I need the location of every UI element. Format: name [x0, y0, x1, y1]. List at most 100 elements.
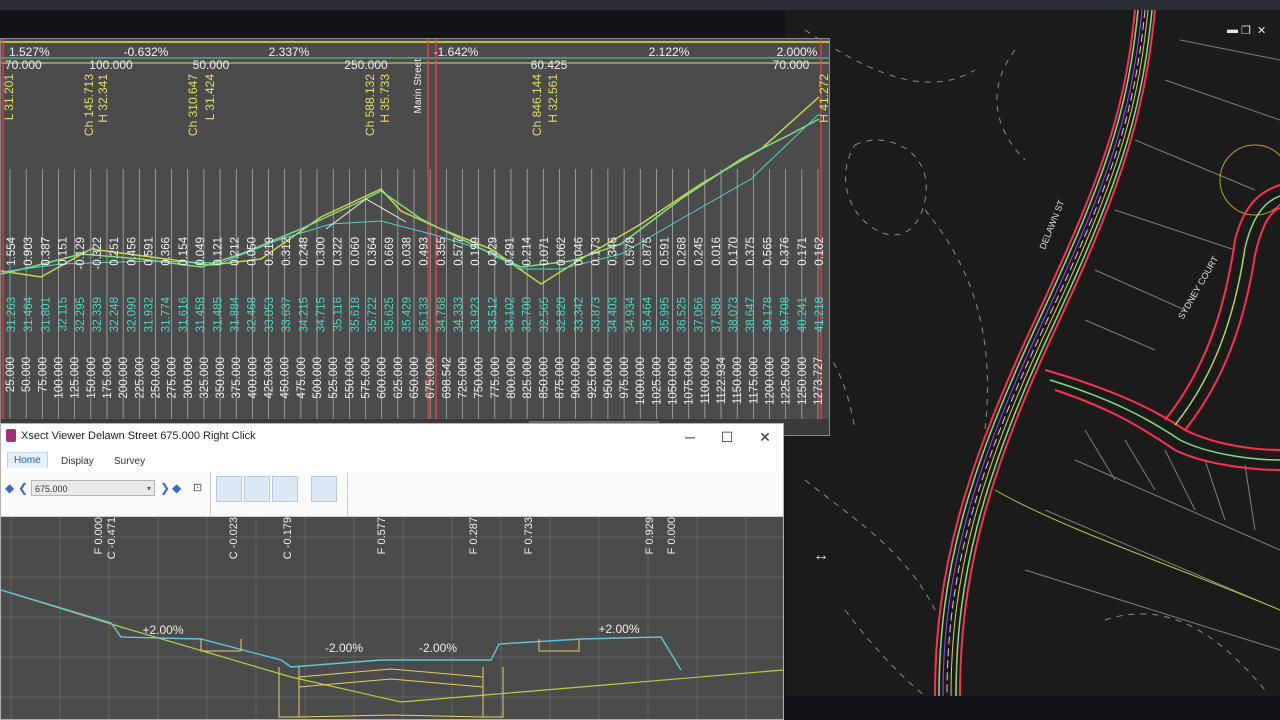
- design-level-value: 35.625: [384, 297, 396, 332]
- section-profile-tool-icon[interactable]: [244, 476, 270, 502]
- chainage-value: 500.000: [312, 357, 324, 399]
- chainage-value: 225.000: [134, 357, 146, 399]
- design-level-value: 38.647: [745, 297, 757, 332]
- grade-label: 1.527%: [9, 45, 50, 59]
- ip-label: L 31.424: [203, 74, 217, 121]
- cut-fill-value: 0.038: [401, 237, 413, 266]
- chainage-value: 675.000: [425, 357, 437, 399]
- design-level-value: 35.133: [419, 297, 431, 332]
- design-level-value: 31.774: [161, 296, 173, 332]
- chainage-value: 825.000: [522, 357, 534, 399]
- tab-survey[interactable]: Survey: [108, 454, 151, 469]
- profile-drawing[interactable]: 1.527% -0.632% 2.337% -1.642% 2.122% 2.000%70…: [1, 39, 830, 436]
- chainage-value: 650.000: [409, 357, 421, 399]
- chainage-value: 950.000: [603, 357, 615, 399]
- design-level-value: 35.429: [401, 297, 413, 332]
- chainage-value: 1225.000: [781, 357, 793, 405]
- xsect-viewer-window[interactable]: Xsect Viewer Delawn Street 675.000 Right…: [0, 423, 784, 720]
- xsect-offset-label: F 0.000: [666, 517, 678, 554]
- design-level-value: 34.403: [608, 297, 620, 332]
- chainage-value: 875.000: [554, 357, 566, 399]
- previous-section-icon[interactable]: ❮: [18, 481, 28, 495]
- cut-fill-value: 0.312: [281, 237, 293, 266]
- design-level-value: 35.116: [333, 297, 345, 331]
- cut-fill-value: 0.268: [676, 237, 688, 266]
- chainage-value: 175.000: [102, 357, 114, 399]
- grade-label: 2.337%: [269, 45, 310, 59]
- ip-label: L 31.201: [2, 74, 16, 121]
- cut-fill-value: 0.062: [556, 237, 568, 266]
- xsect-offset-label: F 0.577: [376, 517, 388, 554]
- cut-fill-value: 0.875: [642, 237, 654, 266]
- design-level-value: 37.056: [694, 297, 706, 332]
- first-section-icon[interactable]: ◆: [5, 481, 14, 495]
- tab-display[interactable]: Display: [55, 454, 100, 469]
- design-level-value: 35.995: [659, 297, 671, 332]
- section-surface-tool-icon[interactable]: [272, 476, 298, 502]
- chainage-value: 25.000: [5, 357, 17, 392]
- chainage-value: 100.000: [53, 357, 65, 399]
- xsect-drawing[interactable]: F 0.000 C -0.471 C -0.023 C -0.179 F 0.577 F …: [1, 517, 783, 720]
- chainage-value: 325.000: [199, 357, 211, 399]
- xsect-canvas[interactable]: F 0.000 C -0.471 C -0.023 C -0.179 F 0.577 F …: [1, 517, 783, 720]
- xsect-offset-label: F 0.733: [523, 517, 535, 554]
- xsect-grade-label: +2.00%: [598, 622, 639, 636]
- chainage-value: 1100.000: [700, 357, 712, 404]
- plan-drawing[interactable]: DELAWN ST SYDNEY COURT: [785, 10, 1280, 696]
- section-table-tool-icon[interactable]: [216, 476, 242, 502]
- design-level-value: 32.295: [75, 297, 87, 332]
- chainage-value: 1000.000: [635, 357, 647, 405]
- cut-fill-value: 0.375: [745, 237, 757, 266]
- window-title: Xsect Viewer Delawn Street 675.000 Right…: [21, 430, 256, 442]
- plan-minimize-button[interactable]: ▬: [1227, 24, 1238, 36]
- next-section-icon[interactable]: ❯: [160, 481, 170, 495]
- cut-fill-value: 0.050: [247, 237, 259, 266]
- cut-fill-value: -0.322: [92, 237, 104, 270]
- chainage-value: 800.000: [506, 357, 518, 399]
- chainage-value: 750.000: [474, 357, 486, 399]
- design-level-value: 33.053: [264, 297, 276, 332]
- profile-view-window[interactable]: 1.527% -0.632% 2.337% -1.642% 2.122% 2.000% 70…: [0, 38, 830, 436]
- cut-fill-value: 0.121: [212, 237, 224, 266]
- plan-close-button[interactable]: ✕: [1257, 24, 1266, 37]
- chainage-value: 450.000: [280, 357, 292, 399]
- chainage-value: 698.542: [441, 357, 453, 399]
- chainage-value: 850.000: [538, 357, 550, 399]
- chainage-value: 425.000: [264, 357, 276, 399]
- minimize-button[interactable]: ─: [675, 426, 705, 448]
- chainage-value: 975.000: [619, 357, 631, 399]
- design-level-value: 38.073: [728, 297, 740, 332]
- last-section-icon[interactable]: ◆: [172, 481, 181, 495]
- design-level-value: 34.715: [315, 297, 327, 332]
- ip-label: Ch 846.144: [530, 74, 544, 136]
- cut-fill-value: 0.171: [797, 237, 809, 266]
- tab-home[interactable]: Home: [7, 452, 48, 468]
- section-report-tool-icon[interactable]: [311, 476, 337, 502]
- pick-icon[interactable]: ⊡: [193, 481, 202, 494]
- cut-fill-value: 0.322: [333, 237, 345, 266]
- design-level-value: 33.923: [470, 297, 482, 332]
- chainage-value: 575.000: [361, 357, 373, 399]
- design-level-value: 32.820: [556, 297, 568, 332]
- cut-fill-value: 0.456: [126, 237, 138, 266]
- chainage-value: 125.000: [70, 357, 82, 399]
- cut-fill-value: 0.154: [178, 236, 190, 265]
- design-level-value: 39.708: [780, 297, 792, 332]
- design-level-value: 37.586: [711, 297, 723, 332]
- plan-restore-button[interactable]: ❐: [1241, 24, 1251, 37]
- design-level-value: 32.248: [109, 297, 121, 332]
- vc-length-label: 70.000: [773, 58, 810, 72]
- cut-fill-value: 0.245: [694, 237, 706, 266]
- design-level-value: 33.637: [281, 297, 293, 332]
- chevron-down-icon: ▾: [146, 484, 151, 493]
- station-dropdown[interactable]: 675.000 ▾: [31, 480, 155, 496]
- xsect-grade-label: -2.00%: [419, 641, 457, 655]
- close-button[interactable]: ✕: [750, 426, 780, 448]
- maximize-button[interactable]: ☐: [712, 426, 742, 448]
- xsect-title-bar[interactable]: Xsect Viewer Delawn Street 675.000 Right…: [1, 424, 783, 450]
- plan-view[interactable]: DELAWN ST SYDNEY COURT ▬ ❐ ✕: [785, 10, 1280, 696]
- design-level-value: 31.485: [212, 297, 224, 332]
- chainage-value: 625.000: [393, 357, 405, 399]
- design-level-value: 31.801: [40, 297, 52, 332]
- vc-length-label: 250.000: [344, 58, 388, 72]
